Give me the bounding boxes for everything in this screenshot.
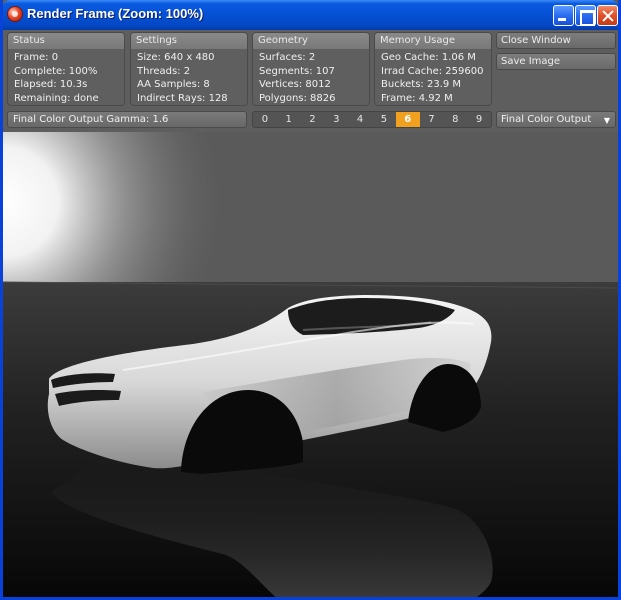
settings-threads: Threads: 2 [137,65,191,77]
chevron-down-icon: ▼ [603,116,610,125]
render-viewport[interactable] [3,132,618,597]
geometry-panel-title: Geometry [253,33,369,49]
buffer-3[interactable]: 3 [324,112,348,127]
geometry-segments: Segments: 107 [259,65,335,77]
buffer-7[interactable]: 7 [420,112,444,127]
memory-irrad-cache: Irrad Cache: 259600 [381,65,484,77]
buffer-1[interactable]: 1 [277,112,301,127]
title-bar[interactable]: Render Frame (Zoom: 100%) [3,0,618,30]
status-remaining: Remaining: done [14,92,99,104]
settings-indirect-rays: Indirect Rays: 128 [137,92,228,104]
geometry-polygons: Polygons: 8826 [259,92,336,104]
minimize-button[interactable] [553,5,574,26]
settings-size: Size: 640 x 480 [137,52,215,63]
buffer-9[interactable]: 9 [467,112,491,127]
settings-panel: Settings Size: 640 x 480 Threads: 2 AA S… [130,32,248,106]
buffer-5[interactable]: 5 [372,112,396,127]
geometry-vertices: Vertices: 8012 [259,79,331,90]
status-panel: Status Frame: 0 Complete: 100% Elapsed: … [7,32,125,106]
status-complete: Complete: 100% [14,65,98,77]
buffer-selector: 0 1 2 3 4 5 6 7 8 9 [252,111,492,128]
save-image-button[interactable]: Save Image [496,53,616,70]
maximize-button[interactable] [575,5,596,26]
render-app-icon[interactable] [7,6,23,22]
output-select[interactable]: Final Color Output ▼ [496,111,616,128]
memory-frame: Frame: 4.92 M [381,92,453,104]
rendered-car-image [3,132,618,597]
close-button[interactable] [597,5,618,26]
render-frame-window: Render Frame (Zoom: 100%) Status Frame: … [0,0,621,600]
geometry-surfaces: Surfaces: 2 [259,52,316,63]
geometry-panel: Geometry Surfaces: 2 Segments: 107 Verti… [252,32,370,106]
output-select-value: Final Color Output [501,114,592,125]
buffer-0[interactable]: 0 [253,112,277,127]
close-window-button[interactable]: Close Window [496,32,616,49]
buffer-4[interactable]: 4 [348,112,372,127]
memory-geo-cache: Geo Cache: 1.06 M [381,52,476,63]
memory-panel: Memory Usage Geo Cache: 1.06 M Irrad Cac… [374,32,492,106]
memory-panel-title: Memory Usage [375,33,491,49]
memory-buckets: Buckets: 23.9 M [381,79,462,90]
settings-panel-title: Settings [131,33,247,49]
status-frame: Frame: 0 [14,52,59,63]
status-panel-title: Status [8,33,124,49]
status-elapsed: Elapsed: 10.3s [14,79,88,90]
window-title: Render Frame (Zoom: 100%) [27,6,204,21]
buffer-8[interactable]: 8 [443,112,467,127]
settings-aa-samples: AA Samples: 8 [137,79,210,90]
buffer-6[interactable]: 6 [395,112,420,127]
buffer-2[interactable]: 2 [301,112,325,127]
gamma-field[interactable]: Final Color Output Gamma: 1.6 [7,111,247,128]
